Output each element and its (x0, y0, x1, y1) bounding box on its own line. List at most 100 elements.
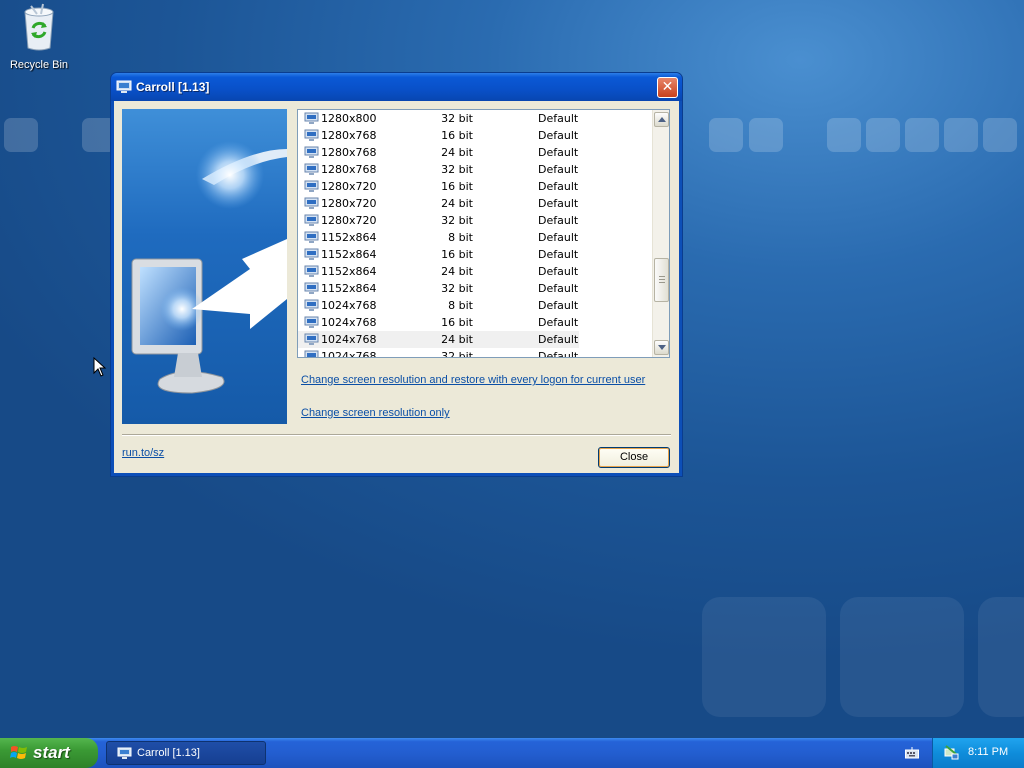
monitor-icon (304, 163, 319, 175)
monitor-icon (304, 350, 319, 357)
table-row[interactable]: 1280x720 24 bit Default (298, 195, 652, 212)
window-close-button[interactable]: ✕ (657, 77, 678, 98)
table-row[interactable]: 1024x768 24 bit Default (298, 331, 579, 348)
color-depth-cell: 16 bit (441, 316, 473, 329)
window-titlebar[interactable]: Carroll [1.13] ✕ (111, 73, 682, 101)
resolution-cell: 1024x768 (321, 350, 377, 358)
frequency-cell: Default (538, 282, 579, 295)
table-row[interactable]: 1280x720 16 bit Default (298, 178, 652, 195)
resolution-cell: 1280x800 (321, 112, 377, 125)
frequency-cell: Default (538, 129, 579, 142)
frequency-cell: Default (538, 231, 579, 244)
frequency-cell: Default (538, 214, 579, 227)
window-client: 1280x800 32 bit Default 1280x768 16 bit Defau… (114, 101, 679, 473)
table-row[interactable]: 1024x768 16 bit Default (298, 314, 652, 331)
resolution-list[interactable]: 1280x800 32 bit Default 1280x768 16 bit Defau… (297, 109, 670, 358)
color-depth-cell: 32 bit (441, 163, 473, 176)
monitor-icon (117, 747, 132, 759)
table-row[interactable]: 1152x864 32 bit Default (298, 280, 652, 297)
start-button[interactable]: start (0, 738, 98, 768)
wallpaper-tile (709, 118, 743, 152)
table-row[interactable]: 1280x768 32 bit Default (298, 161, 652, 178)
table-row[interactable]: 1280x768 16 bit Default (298, 127, 652, 144)
recycle-bin-shortcut[interactable]: Recycle Bin (8, 2, 70, 71)
wallpaper-tile-large (840, 597, 964, 717)
wallpaper-tile (905, 118, 939, 152)
monitor-icon (304, 316, 319, 328)
recycle-bin-label: Recycle Bin (9, 59, 69, 71)
monitor-icon (304, 299, 319, 311)
change-only-link[interactable]: Change screen resolution only (301, 407, 450, 419)
resolution-cell: 1024x768 (321, 333, 377, 346)
monitor-icon (304, 129, 319, 141)
frequency-cell: Default (538, 350, 579, 358)
frequency-cell: Default (538, 112, 579, 125)
frequency-cell: Default (538, 197, 579, 210)
taskbar: start Carroll [1.13] 8:11 PM (0, 738, 1024, 768)
resolution-cell: 1280x720 (321, 214, 377, 227)
monitor-icon (116, 80, 132, 93)
color-depth-cell: 16 bit (441, 248, 473, 261)
system-tray: 8:11 PM (932, 738, 1024, 768)
scroll-thumb[interactable] (654, 258, 669, 302)
color-depth-cell: 32 bit (441, 350, 473, 358)
wallpaper-tile-large (702, 597, 826, 717)
close-button[interactable]: Close (598, 447, 670, 468)
frequency-cell: Default (538, 180, 579, 193)
windows-logo-icon (10, 746, 27, 759)
monitor-icon (304, 248, 319, 260)
frequency-cell: Default (538, 316, 579, 329)
wallpaper-tile (749, 118, 783, 152)
frequency-cell: Default (538, 248, 579, 261)
clock: 8:11 PM (968, 746, 1009, 758)
monitor-icon (304, 265, 319, 277)
change-and-restore-link[interactable]: Change screen resolution and restore wit… (301, 374, 645, 386)
color-depth-cell: 24 bit (441, 333, 473, 346)
monitor-icon (304, 214, 319, 226)
color-depth-cell: 32 bit (441, 282, 473, 295)
wallpaper-tile (866, 118, 900, 152)
monitor-icon (304, 146, 319, 158)
separator (122, 434, 671, 436)
frequency-cell: Default (538, 265, 579, 278)
resolution-cell: 1280x720 (321, 197, 377, 210)
table-row[interactable]: 1152x864 8 bit Default (298, 229, 652, 246)
website-link[interactable]: run.to/sz (122, 447, 164, 459)
resolution-cell: 1152x864 (321, 265, 377, 278)
table-row[interactable]: 1152x864 16 bit Default (298, 246, 652, 263)
table-row[interactable]: 1024x768 32 bit Default (298, 348, 652, 358)
color-depth-cell: 24 bit (441, 265, 473, 278)
network-icon[interactable] (943, 745, 959, 761)
monitor-icon (304, 231, 319, 243)
table-row[interactable]: 1024x768 8 bit Default (298, 297, 652, 314)
scroll-up-button[interactable] (654, 112, 669, 127)
monitor-icon (304, 180, 319, 192)
color-depth-cell: 8 bit (448, 299, 473, 312)
resolution-cell: 1024x768 (321, 299, 377, 312)
color-depth-cell: 16 bit (441, 129, 473, 142)
resolution-cell: 1152x864 (321, 282, 377, 295)
start-label: start (33, 743, 70, 762)
table-row[interactable]: 1152x864 24 bit Default (298, 263, 652, 280)
mouse-cursor-icon (93, 357, 107, 377)
table-row[interactable]: 1280x768 24 bit Default (298, 144, 652, 161)
frequency-cell: Default (538, 333, 579, 346)
wallpaper-tile (983, 118, 1017, 152)
monitor-arrow-icon (131, 141, 287, 394)
color-depth-cell: 24 bit (441, 197, 473, 210)
chevron-up-icon (658, 117, 666, 122)
taskbar-item-carroll[interactable]: Carroll [1.13] (106, 741, 266, 765)
wallpaper-tile-large (978, 597, 1024, 717)
monitor-icon (304, 333, 319, 345)
carroll-window: Carroll [1.13] ✕ 1280x800 32 bit Default… (110, 72, 683, 477)
monitor-icon (304, 197, 319, 209)
keyboard-icon[interactable] (905, 747, 919, 759)
color-depth-cell: 32 bit (441, 214, 473, 227)
color-depth-cell: 24 bit (441, 146, 473, 159)
wallpaper-tile (944, 118, 978, 152)
color-depth-cell: 8 bit (448, 231, 473, 244)
list-scrollbar[interactable] (652, 110, 669, 357)
table-row[interactable]: 1280x720 32 bit Default (298, 212, 652, 229)
table-row[interactable]: 1280x800 32 bit Default (298, 110, 652, 127)
scroll-down-button[interactable] (654, 340, 669, 355)
